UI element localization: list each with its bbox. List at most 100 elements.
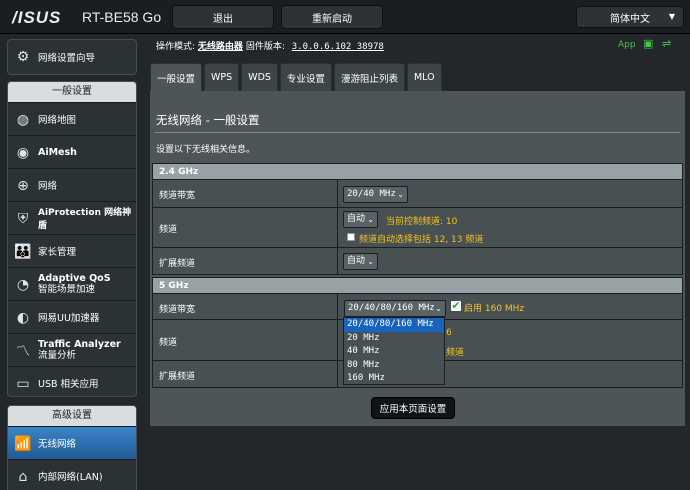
sidebar-item-network-map[interactable]: ◍ 网络地图 xyxy=(8,102,136,135)
apply-button[interactable]: 应用本页面设置 xyxy=(371,397,455,419)
sidebar-item-label: 网络地图 xyxy=(38,115,77,126)
sidebar-item-setup-wizard[interactable]: ⚙ 网络设置向导 xyxy=(8,40,136,74)
bandwidth-label: 频道带宽 xyxy=(159,191,196,201)
bandwidth-label: 频道带宽 xyxy=(159,305,196,315)
section-header-24ghz: 2.4 GHz xyxy=(152,163,683,180)
fw-link[interactable]: 3.0.0.6.102_38978 xyxy=(292,42,384,52)
sidebar-item-sublabel: 智能场景加速 xyxy=(38,284,96,295)
usb-status-icon[interactable]: ⇌ xyxy=(662,38,676,50)
row-24-bandwidth: 频道带宽 20/40 MHz ⌄ xyxy=(152,180,683,208)
ext-channel-24-select[interactable]: 自动 ⌄ xyxy=(343,253,378,270)
chevron-down-icon: ▼ xyxy=(668,12,675,21)
sidebar-item-label: 家长管理 xyxy=(38,247,77,258)
sidebar-item-aimesh[interactable]: ◉ AiMesh xyxy=(8,135,136,168)
sidebar-item-label-group: Traffic Analyzer 流量分析 xyxy=(38,339,121,361)
column-separator xyxy=(337,248,338,274)
tab-mlo[interactable]: MLO xyxy=(406,63,442,91)
sidebar-item-uu-accelerator[interactable]: ◐ 网易UU加速器 xyxy=(8,300,136,333)
column-separator xyxy=(337,180,338,207)
channel-label: 频道 xyxy=(159,338,178,348)
globe-icon: ⊕ xyxy=(17,178,29,194)
advanced-settings-header: 高级设置 xyxy=(8,406,136,426)
top-bar: /ISUS RT-BE58 Go 退出 重新启动 简体中文 ▼ xyxy=(0,0,690,34)
channel-label: 频道 xyxy=(159,225,178,235)
page-title: 无线网络 - 一般设置 xyxy=(156,113,260,127)
sidebar-item-label: 无线网络 xyxy=(38,439,77,450)
qos-icon: ◔ xyxy=(16,277,30,293)
lan-icon: ⌂ xyxy=(18,469,28,485)
sidebar-item-sublabel: 流量分析 xyxy=(38,350,77,361)
channel-24-select[interactable]: 自动 ⌄ xyxy=(343,211,378,228)
current-channel-text: 当前控制频道: 10 xyxy=(386,217,458,227)
ext-channel-24-value: 自动 xyxy=(347,256,366,266)
bandwidth-24-select[interactable]: 20/40 MHz ⌄ xyxy=(343,186,408,203)
bandwidth-5-value: 20/40/80/160 MHz xyxy=(348,303,435,313)
sidebar-item-lan[interactable]: ⌂ 内部网络(LAN) xyxy=(8,459,136,490)
sidebar-item-parental[interactable]: 👪 家长管理 xyxy=(8,234,136,267)
tab-wps[interactable]: WPS xyxy=(204,63,240,91)
language-label: 简体中文 xyxy=(610,13,650,25)
traffic-icon: 〽 xyxy=(16,344,30,360)
page-description: 设置以下无线相关信息。 xyxy=(156,145,256,155)
sidebar-item-label: Adaptive QoS xyxy=(38,273,111,284)
dropdown-option[interactable]: 40 MHz xyxy=(344,345,444,359)
channel-5-note2: 频道 xyxy=(446,348,465,358)
sidebar-item-internet[interactable]: ⊕ 网络 xyxy=(8,168,136,201)
dropdown-option[interactable]: 20/40/80/160 MHz xyxy=(344,318,444,332)
chevron-down-icon: ⌄ xyxy=(367,215,374,224)
sidebar-item-wireless[interactable]: 📶 无线网络 xyxy=(8,426,136,459)
section-header-5ghz: 5 GHz xyxy=(152,277,683,294)
dropdown-option[interactable]: 160 MHz xyxy=(344,372,444,386)
model-name: RT-BE58 Go xyxy=(82,9,162,25)
mode-link[interactable]: 无线路由器 xyxy=(198,42,243,52)
tab-roaming-block[interactable]: 漫游阻止列表 xyxy=(333,63,405,91)
tab-professional[interactable]: 专业设置 xyxy=(279,63,332,91)
sidebar-item-aiprotection[interactable]: ⛨ AiProtection 网络神盾 xyxy=(8,201,136,234)
wizard-icon: ⚙ xyxy=(16,49,30,65)
sidebar: ⚙ 网络设置向导 一般设置 ◍ 网络地图 ◉ AiMesh ⊕ 网络 ⛨ AiP… xyxy=(0,34,142,490)
logout-button[interactable]: 退出 xyxy=(172,5,274,29)
dropdown-option[interactable]: 80 MHz xyxy=(344,359,444,373)
sidebar-item-usb[interactable]: ▭ USB 相关应用 xyxy=(8,366,136,399)
uu-accelerator-icon: ◐ xyxy=(16,310,30,326)
tab-bar: 一般设置 WPS WDS 专业设置 漫游阻止列表 MLO xyxy=(150,63,444,91)
sidebar-item-label: Traffic Analyzer xyxy=(38,339,121,350)
sidebar-item-qos[interactable]: ◔ Adaptive QoS 智能场景加速 xyxy=(8,267,136,300)
language-select[interactable]: 简体中文 ▼ xyxy=(576,6,684,28)
setup-wizard-box: ⚙ 网络设置向导 xyxy=(7,39,137,75)
sidebar-item-label: AiMesh xyxy=(38,146,77,158)
sidebar-item-label: 网络 xyxy=(38,181,58,192)
column-separator xyxy=(337,361,338,387)
sidebar-item-label: 网易UU加速器 xyxy=(38,313,100,324)
network-map-icon: ◍ xyxy=(16,112,30,128)
sidebar-item-label: 内部网络(LAN) xyxy=(38,472,103,483)
chevron-down-icon: ⌄ xyxy=(367,257,374,266)
column-separator xyxy=(337,208,338,247)
tab-general[interactable]: 一般设置 xyxy=(150,63,203,91)
bandwidth-24-value: 20/40 MHz xyxy=(347,189,396,199)
sidebar-item-label: AiProtection 网络神盾 xyxy=(38,208,132,231)
auto-channel-checkbox[interactable] xyxy=(347,233,355,241)
sidebar-item-traffic-analyzer[interactable]: 〽 Traffic Analyzer 流量分析 xyxy=(8,333,136,366)
mode-label: 操作模式: xyxy=(156,42,196,52)
dropdown-option[interactable]: 20 MHz xyxy=(344,332,444,346)
asus-logo: /ISUS xyxy=(12,8,62,27)
channel-5-note: 6 xyxy=(446,328,452,338)
column-separator xyxy=(337,294,338,319)
ext-channel-label: 扩展频道 xyxy=(159,372,196,382)
row-24-channel: 频道 自动 ⌄ 当前控制频道: 10 频道自动选择包括 12, 13 频道 xyxy=(152,208,683,248)
enable-160-checkbox[interactable]: ✔ xyxy=(451,300,461,311)
app-link[interactable]: App xyxy=(618,40,636,50)
column-separator xyxy=(337,320,338,360)
row-24-ext-channel: 扩展频道 自动 ⌄ xyxy=(152,248,683,275)
tab-wds[interactable]: WDS xyxy=(241,63,278,91)
sidebar-item-label: USB 相关应用 xyxy=(38,379,99,390)
parental-icon: 👪 xyxy=(14,244,32,260)
reboot-button[interactable]: 重新启动 xyxy=(281,5,383,29)
lan-status-icon[interactable]: ▣ xyxy=(643,38,657,50)
auto-channel-note: 频道自动选择包括 12, 13 频道 xyxy=(359,235,484,245)
bandwidth-5-select[interactable]: 20/40/80/160 MHz ⌄ xyxy=(344,300,446,317)
fw-label: 固件版本: xyxy=(245,42,285,52)
aimesh-icon: ◉ xyxy=(16,145,30,161)
operation-info: 操作模式: 无线路由器 固件版本: 3.0.0.6.102_38978 xyxy=(156,39,384,52)
